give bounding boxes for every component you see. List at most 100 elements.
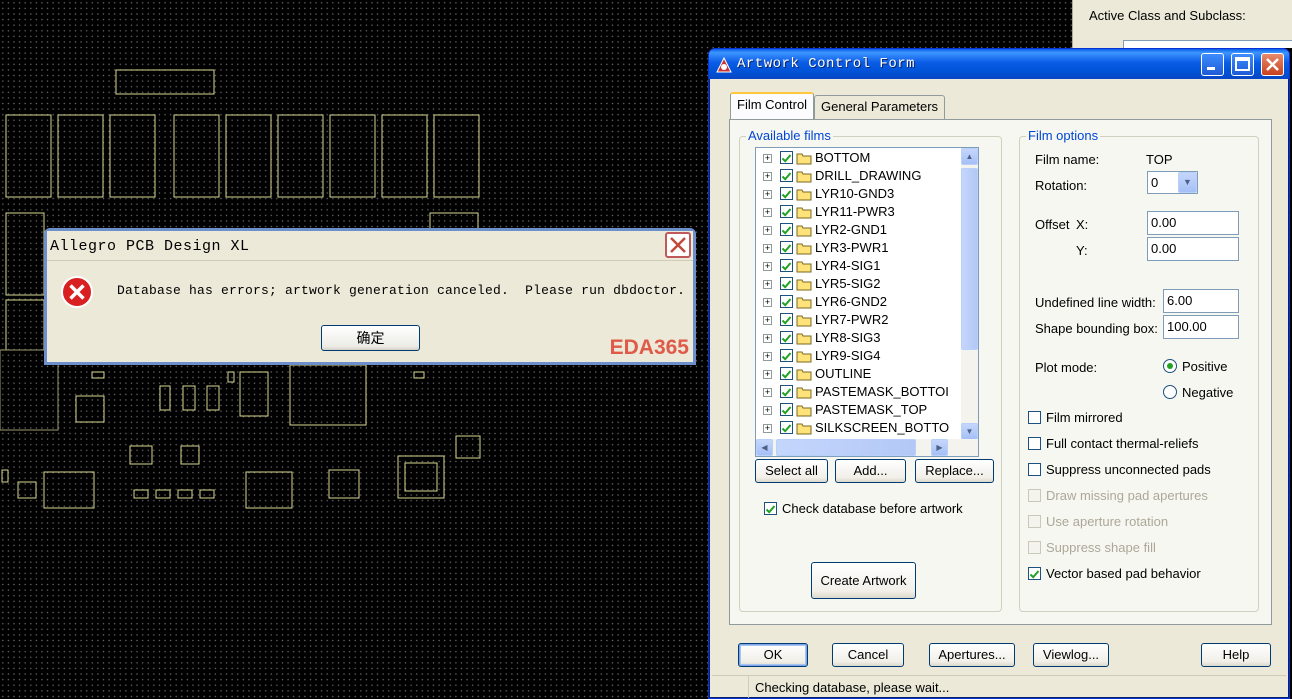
film-list-item[interactable]: + OUTLINE: [756, 365, 956, 383]
expand-icon[interactable]: +: [763, 352, 772, 361]
film-checkbox[interactable]: [780, 259, 793, 272]
scroll-left-icon[interactable]: ◀: [756, 439, 773, 456]
expand-icon[interactable]: +: [763, 280, 772, 289]
film-list-item[interactable]: + LYR7-PWR2: [756, 311, 956, 329]
vertical-scrollbar[interactable]: ▲ ▼: [961, 148, 978, 440]
folder-icon: [796, 207, 812, 219]
expand-icon[interactable]: +: [763, 244, 772, 253]
scroll-right-icon[interactable]: ▶: [931, 439, 948, 456]
film-checkbox[interactable]: [780, 385, 793, 398]
film-list-item[interactable]: + BOTTOM: [756, 149, 956, 167]
ok-button[interactable]: OK: [738, 643, 808, 667]
film-name: LYR11-PWR3: [815, 204, 895, 219]
shape-bounding-box-input[interactable]: 100.00: [1163, 315, 1239, 339]
expand-icon[interactable]: +: [763, 424, 772, 433]
expand-icon[interactable]: +: [763, 208, 772, 217]
close-icon[interactable]: [1261, 53, 1284, 76]
expand-icon[interactable]: +: [763, 406, 772, 415]
vector-based-pad-behavior-checkbox[interactable]: [1028, 567, 1041, 580]
folder-icon: [796, 315, 812, 327]
cancel-button[interactable]: Cancel: [832, 643, 904, 667]
replace-button[interactable]: Replace...: [915, 459, 994, 483]
offset-y-input[interactable]: 0.00: [1147, 237, 1239, 261]
film-list-item[interactable]: + LYR8-SIG3: [756, 329, 956, 347]
expand-icon[interactable]: +: [763, 316, 772, 325]
film-list-item[interactable]: + LYR4-SIG1: [756, 257, 956, 275]
film-list-item[interactable]: + LYR5-SIG2: [756, 275, 956, 293]
film-checkbox[interactable]: [780, 367, 793, 380]
scroll-down-icon[interactable]: ▼: [961, 423, 978, 440]
undefined-line-width-input[interactable]: 6.00: [1163, 289, 1239, 313]
film-name: OUTLINE: [815, 366, 872, 381]
film-checkbox[interactable]: [780, 295, 793, 308]
expand-icon[interactable]: +: [763, 262, 772, 271]
film-list[interactable]: + BOTTOM + DRILL_DRAWING + LYR10-GND3 + LYR11-P…: [755, 147, 979, 457]
positive-radio[interactable]: [1163, 359, 1177, 373]
film-checkbox[interactable]: [780, 349, 793, 362]
ok-button[interactable]: 确定: [321, 325, 420, 351]
film-list-item[interactable]: + LYR11-PWR3: [756, 203, 956, 221]
expand-icon[interactable]: +: [763, 154, 772, 163]
error-dialog-titlebar[interactable]: Allegro PCB Design XL: [47, 231, 693, 261]
film-checkbox[interactable]: [780, 151, 793, 164]
select-all-button[interactable]: Select all: [755, 459, 828, 483]
use-aperture-rotation-checkbox: [1028, 515, 1041, 528]
film-list-item[interactable]: + LYR3-PWR1: [756, 239, 956, 257]
film-list-item[interactable]: + LYR9-SIG4: [756, 347, 956, 365]
expand-icon[interactable]: +: [763, 370, 772, 379]
hscroll-thumb[interactable]: [776, 439, 916, 456]
chevron-down-icon[interactable]: ▼: [1178, 172, 1197, 193]
expand-icon[interactable]: +: [763, 388, 772, 397]
offset-x-input[interactable]: 0.00: [1147, 211, 1239, 235]
folder-icon: [796, 405, 812, 417]
negative-radio[interactable]: [1163, 385, 1177, 399]
film-mirrored-checkbox[interactable]: [1028, 411, 1041, 424]
film-checkbox[interactable]: [780, 403, 793, 416]
add-button[interactable]: Add...: [835, 459, 906, 483]
film-checkbox[interactable]: [780, 331, 793, 344]
expand-icon[interactable]: +: [763, 190, 772, 199]
film-list-item[interactable]: + PASTEMASK_TOP: [756, 401, 956, 419]
film-list-item[interactable]: + LYR10-GND3: [756, 185, 956, 203]
folder-icon: [796, 243, 812, 255]
film-checkbox[interactable]: [780, 277, 793, 290]
suppress-unconnected-pads-checkbox[interactable]: [1028, 463, 1041, 476]
apertures-button[interactable]: Apertures...: [929, 643, 1015, 667]
minimize-icon[interactable]: [1201, 53, 1224, 76]
expand-icon[interactable]: +: [763, 226, 772, 235]
film-checkbox[interactable]: [780, 421, 793, 434]
film-list-item[interactable]: + SILKSCREEN_BOTTO: [756, 419, 956, 437]
film-checkbox[interactable]: [780, 169, 793, 182]
full-contact-thermal-reliefs-checkbox[interactable]: [1028, 437, 1041, 450]
expand-icon[interactable]: +: [763, 334, 772, 343]
viewlog-button[interactable]: Viewlog...: [1033, 643, 1109, 667]
active-class-combo[interactable]: [1123, 40, 1292, 48]
maximize-icon[interactable]: [1231, 53, 1254, 76]
film-checkbox[interactable]: [780, 241, 793, 254]
film-list-item[interactable]: + PASTEMASK_BOTTOI: [756, 383, 956, 401]
expand-icon[interactable]: +: [763, 298, 772, 307]
horizontal-scrollbar[interactable]: ◀ ▶: [756, 439, 978, 456]
check-database-checkbox[interactable]: [764, 502, 777, 515]
tab-general-parameters[interactable]: General Parameters: [814, 95, 946, 119]
help-button[interactable]: Help: [1201, 643, 1271, 667]
artwork-form-titlebar[interactable]: Artwork Control Form: [709, 49, 1289, 79]
negative-label: Negative: [1182, 385, 1234, 400]
film-list-item[interactable]: + LYR6-GND2: [756, 293, 956, 311]
expand-icon[interactable]: +: [763, 172, 772, 181]
rotation-select[interactable]: 0 ▼: [1147, 171, 1198, 194]
scroll-up-icon[interactable]: ▲: [961, 148, 978, 165]
film-checkbox[interactable]: [780, 313, 793, 326]
suppress-unconnected-pads-label: Suppress unconnected pads: [1046, 462, 1211, 477]
film-list-item[interactable]: + DRILL_DRAWING: [756, 167, 956, 185]
film-checkbox[interactable]: [780, 223, 793, 236]
film-checkbox[interactable]: [780, 187, 793, 200]
close-icon[interactable]: [665, 232, 691, 258]
tab-film-control[interactable]: Film Control: [730, 92, 815, 119]
scroll-thumb[interactable]: [961, 168, 978, 350]
create-artwork-button[interactable]: Create Artwork: [811, 562, 916, 599]
film-list-item[interactable]: + LYR2-GND1: [756, 221, 956, 239]
film-checkbox[interactable]: [780, 205, 793, 218]
shape-bounding-box-label: Shape bounding box:: [1035, 321, 1158, 336]
rotation-value: 0: [1151, 175, 1159, 190]
